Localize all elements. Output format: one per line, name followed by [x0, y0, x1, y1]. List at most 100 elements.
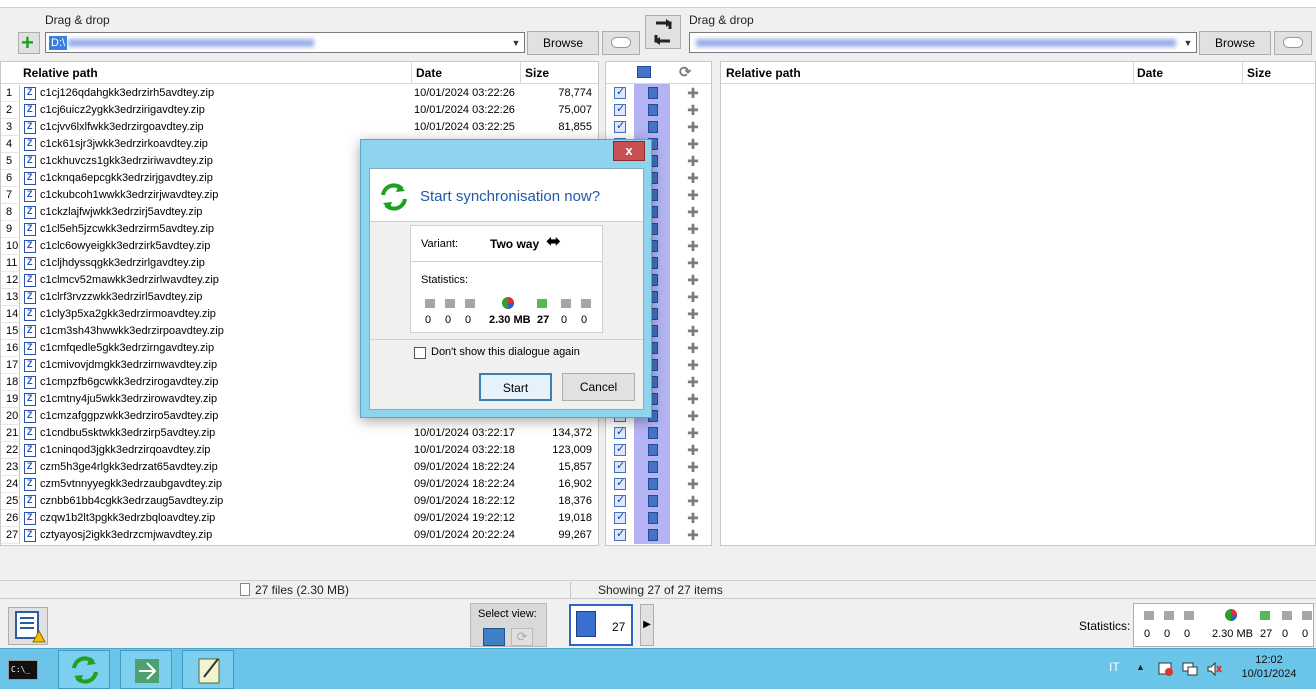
table-row[interactable]: 22 c1cninqod3jgkk3edrzirqoavdtey.zip 10/01… [1, 442, 598, 459]
statistics-box: 0 0 0 2.30 MB 27 0 0 [1133, 603, 1314, 647]
create-right-icon[interactable]: ✚ [686, 154, 700, 168]
direction-icon[interactable] [648, 478, 658, 490]
include-checkbox[interactable] [614, 85, 626, 99]
cancel-button[interactable]: Cancel [562, 373, 635, 401]
right-cloud-button[interactable] [1274, 31, 1312, 55]
table-row[interactable]: 25 cznbb61bb4cgkk3edrzaug5avdtey.zip 09/01… [1, 493, 598, 510]
chevron-down-icon[interactable]: ▼ [1183, 38, 1193, 48]
include-checkbox[interactable] [614, 493, 626, 507]
include-checkbox[interactable] [614, 442, 626, 456]
column-relative-path[interactable]: Relative path [726, 66, 801, 80]
column-date[interactable]: Date [416, 66, 442, 80]
direction-icon[interactable] [648, 104, 658, 116]
table-row[interactable]: 3 c1cjvv6lxlfwkk3edrzirgoavdtey.zip 10/01/… [1, 119, 598, 136]
dont-show-label[interactable]: Don't show this dialogue again [431, 346, 580, 358]
direction-icon[interactable] [648, 461, 658, 473]
create-right-icon[interactable]: ✚ [686, 460, 700, 474]
create-right-icon[interactable]: ✚ [686, 443, 700, 457]
create-right-icon[interactable]: ✚ [686, 324, 700, 338]
create-right-icon[interactable]: ✚ [686, 120, 700, 134]
table-row[interactable]: 1 c1cj126qdahgkk3edrzirh5avdtey.zip 10/01/… [1, 85, 598, 102]
create-right-icon[interactable]: ✚ [686, 375, 700, 389]
create-right-icon[interactable]: ✚ [686, 137, 700, 151]
dialog-close-button[interactable]: x [613, 141, 645, 161]
dont-show-checkbox[interactable] [414, 347, 426, 359]
right-folder-path-input[interactable]: ▼ [689, 32, 1197, 53]
network-tray-icon[interactable] [1182, 661, 1198, 677]
direction-icon[interactable] [648, 121, 658, 133]
column-relative-path[interactable]: Relative path [23, 66, 98, 80]
compare-view-icon[interactable] [637, 66, 651, 78]
direction-icon[interactable] [648, 444, 658, 456]
create-right-icon[interactable]: ✚ [686, 290, 700, 304]
create-right-icon[interactable]: ✚ [686, 273, 700, 287]
left-browse-button[interactable]: Browse [527, 31, 599, 55]
right-browse-button[interactable]: Browse [1199, 31, 1271, 55]
create-right-icon[interactable]: ✚ [686, 511, 700, 525]
create-right-icon[interactable]: ✚ [686, 409, 700, 423]
start-button[interactable]: Start [479, 373, 552, 401]
swap-sides-button[interactable] [645, 15, 681, 49]
create-right-icon[interactable]: ✚ [686, 86, 700, 100]
left-cloud-button[interactable] [602, 31, 640, 55]
include-checkbox[interactable] [614, 459, 626, 473]
overview-button[interactable]: 27 [569, 604, 633, 646]
notepad-taskbar-button[interactable] [182, 650, 234, 689]
create-right-icon[interactable]: ✚ [686, 256, 700, 270]
create-right-icon[interactable]: ✚ [686, 103, 700, 117]
include-checkbox[interactable] [614, 527, 626, 541]
left-folder-path-input[interactable]: D:\ ▼ [45, 32, 525, 53]
table-row[interactable]: 23 czm5h3ge4rlgkk3edrzat65avdtey.zip 09/01… [1, 459, 598, 476]
column-size[interactable]: Size [1247, 66, 1271, 80]
two-way-arrow-icon: ⬌ [546, 231, 562, 251]
direction-icon[interactable] [648, 427, 658, 439]
create-right-icon[interactable]: ✚ [686, 426, 700, 440]
column-size[interactable]: Size [525, 66, 549, 80]
table-row[interactable]: 27 cztyayosj2igkk3edrzcmjwavdtey.zip 09/01… [1, 527, 598, 544]
direction-icon[interactable] [648, 529, 658, 541]
create-right-icon[interactable]: ✚ [686, 307, 700, 321]
include-checkbox[interactable] [614, 476, 626, 490]
dialog-info-panel: Variant: Two way ⬌ Statistics: 0 0 0 2.30 M… [410, 225, 603, 333]
row-number: 27 [1, 527, 20, 544]
create-right-icon[interactable]: ✚ [686, 477, 700, 491]
chevron-down-icon[interactable]: ▼ [511, 38, 521, 48]
direction-icon[interactable] [648, 512, 658, 524]
create-right-icon[interactable]: ✚ [686, 528, 700, 542]
freefilesync-taskbar-button[interactable] [58, 650, 110, 689]
table-row[interactable]: 26 czqw1b2lt3pgkk3edrzbqloavdtey.zip 09/01… [1, 510, 598, 527]
create-right-icon[interactable]: ✚ [686, 358, 700, 372]
volume-muted-icon[interactable] [1206, 661, 1222, 677]
table-row[interactable]: 21 c1cndbu5sktwkk3edrzirp5avdtey.zip 10/01… [1, 425, 598, 442]
table-row[interactable]: 24 czm5vtnnyyegkk3edrzaubgavdtey.zip 09/01… [1, 476, 598, 493]
table-row[interactable]: 2 c1cj6uicz2ygkk3edrzirigavdtey.zip 10/01/… [1, 102, 598, 119]
create-right-icon[interactable]: ✚ [686, 341, 700, 355]
language-indicator[interactable]: IT [1109, 660, 1120, 674]
column-date[interactable]: Date [1137, 66, 1163, 80]
sync-view-button[interactable]: ⟳ [511, 628, 533, 646]
log-button[interactable] [8, 607, 48, 645]
clock[interactable]: 12:02 10/01/2024 [1232, 654, 1306, 680]
sync-view-icon[interactable]: ⟳ [679, 63, 692, 81]
create-right-icon[interactable]: ✚ [686, 205, 700, 219]
direction-icon[interactable] [648, 495, 658, 507]
include-checkbox[interactable] [614, 510, 626, 524]
create-right-icon[interactable]: ✚ [686, 171, 700, 185]
create-right-icon[interactable]: ✚ [686, 239, 700, 253]
create-right-icon[interactable]: ✚ [686, 222, 700, 236]
compare-view-button[interactable] [483, 628, 505, 646]
direction-icon[interactable] [648, 87, 658, 99]
cmd-taskbar-button[interactable]: C:\_ [0, 650, 52, 689]
right-file-grid[interactable]: Relative path Date Size [720, 61, 1316, 546]
include-checkbox[interactable] [614, 102, 626, 116]
add-folder-pair-button[interactable]: + [18, 30, 40, 55]
expand-arrow-button[interactable]: ▶ [640, 604, 654, 646]
create-right-icon[interactable]: ✚ [686, 494, 700, 508]
include-checkbox[interactable] [614, 425, 626, 439]
action-center-icon[interactable] [1158, 661, 1174, 677]
network-tool-taskbar-button[interactable] [120, 650, 172, 689]
show-hidden-icons-button[interactable]: ▲ [1136, 662, 1145, 672]
create-right-icon[interactable]: ✚ [686, 392, 700, 406]
create-right-icon[interactable]: ✚ [686, 188, 700, 202]
include-checkbox[interactable] [614, 119, 626, 133]
